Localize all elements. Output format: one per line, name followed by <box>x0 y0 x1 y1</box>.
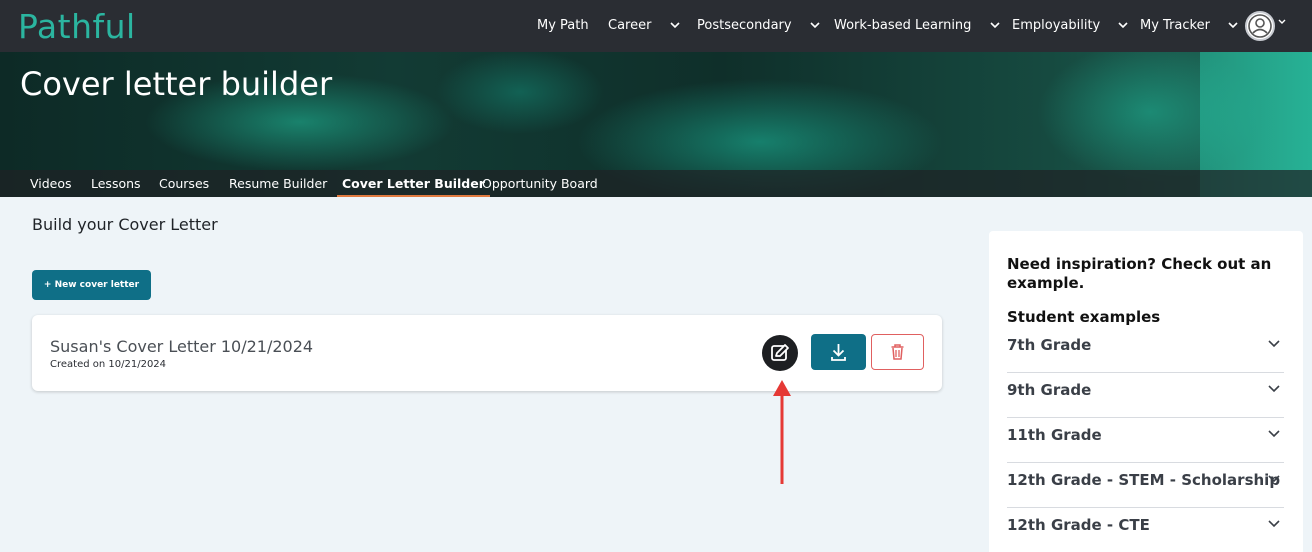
page-banner: Cover letter builder Videos Lessons Cour… <box>0 52 1312 197</box>
inspiration-panel: Need inspiration? Check out an example. … <box>989 231 1303 552</box>
accordion-label: 12th Grade - CTE <box>1007 516 1150 534</box>
logo-text: Pathful <box>18 7 136 46</box>
tab-resume-builder[interactable]: Resume Builder <box>229 170 327 197</box>
nav-item-employability[interactable]: Employability <box>1012 0 1128 52</box>
download-button[interactable] <box>811 334 866 370</box>
tab-lessons[interactable]: Lessons <box>91 170 141 197</box>
nav-item-label: Employability <box>1012 18 1101 33</box>
edit-button[interactable] <box>762 335 798 371</box>
annotation-arrow <box>773 380 791 484</box>
chevron-down-icon[interactable] <box>1278 19 1286 25</box>
tab-cover-letter-builder[interactable]: Cover Letter Builder <box>337 170 490 197</box>
chevron-down-icon <box>1118 22 1128 29</box>
nav-item-postsecondary[interactable]: Postsecondary <box>697 0 820 52</box>
accordion-item-7th-grade[interactable]: 7th Grade <box>1007 328 1284 373</box>
section-tabs: Videos Lessons Courses Resume Builder Co… <box>0 170 1312 197</box>
tab-courses[interactable]: Courses <box>159 170 209 197</box>
cover-letter-card: Susan's Cover Letter 10/21/2024 Created … <box>32 315 942 391</box>
accordion-label: 9th Grade <box>1007 381 1092 399</box>
nav-item-label: Career <box>608 18 652 33</box>
nav-item-label: Work-based Learning <box>834 18 972 33</box>
trash-icon <box>891 344 904 360</box>
chevron-down-icon <box>1268 430 1280 438</box>
accordion-item-12th-grade-cte[interactable]: 12th Grade - CTE <box>1007 508 1284 552</box>
pathful-logo[interactable]: Pathful <box>8 2 138 50</box>
nav-item-label: Postsecondary <box>697 18 792 33</box>
chevron-down-icon <box>989 22 1000 29</box>
top-navigation: Pathful My Path Career Postsecondary Wor… <box>0 0 1312 52</box>
accordion-item-11th-grade[interactable]: 11th Grade <box>1007 418 1284 463</box>
nav-item-career[interactable]: Career <box>608 0 680 52</box>
accordion-label: 7th Grade <box>1007 336 1092 354</box>
accordion-label: 12th Grade - STEM - Scholarship <box>1007 471 1281 489</box>
chevron-down-icon <box>810 22 820 29</box>
tab-opportunity-board[interactable]: Opportunity Board <box>482 170 598 197</box>
chevron-down-icon <box>670 22 680 29</box>
panel-heading: Need inspiration? Check out an example. <box>1007 255 1272 292</box>
chevron-down-icon <box>1228 22 1238 29</box>
page-title: Cover letter builder <box>20 65 333 103</box>
accordion-item-12th-grade-stem-scholarship[interactable]: 12th Grade - STEM - Scholarship <box>1007 463 1284 508</box>
tab-videos[interactable]: Videos <box>30 170 72 197</box>
section-title: Build your Cover Letter <box>32 215 218 234</box>
nav-item-my-tracker[interactable]: My Tracker <box>1140 0 1238 52</box>
panel-subheading: Student examples <box>1007 308 1161 326</box>
nav-item-work-based-learning[interactable]: Work-based Learning <box>834 0 1000 52</box>
nav-item-label: My Tracker <box>1140 18 1210 33</box>
new-cover-letter-button[interactable]: + New cover letter <box>32 270 151 300</box>
delete-button[interactable] <box>871 334 924 370</box>
accordion-label: 11th Grade <box>1007 426 1102 444</box>
chevron-down-icon <box>1268 520 1280 528</box>
cover-letter-created-date: Created on 10/21/2024 <box>50 359 167 370</box>
nav-item-my-path[interactable]: My Path <box>537 0 589 52</box>
cover-letter-title[interactable]: Susan's Cover Letter 10/21/2024 <box>50 337 313 356</box>
edit-icon <box>771 344 789 361</box>
chevron-down-icon <box>1268 475 1280 483</box>
user-avatar-icon[interactable] <box>1245 11 1275 41</box>
accordion-item-9th-grade[interactable]: 9th Grade <box>1007 373 1284 418</box>
nav-item-label: My Path <box>537 18 589 33</box>
chevron-down-icon <box>1268 385 1280 393</box>
chevron-down-icon <box>1268 340 1280 348</box>
download-icon <box>831 344 846 361</box>
